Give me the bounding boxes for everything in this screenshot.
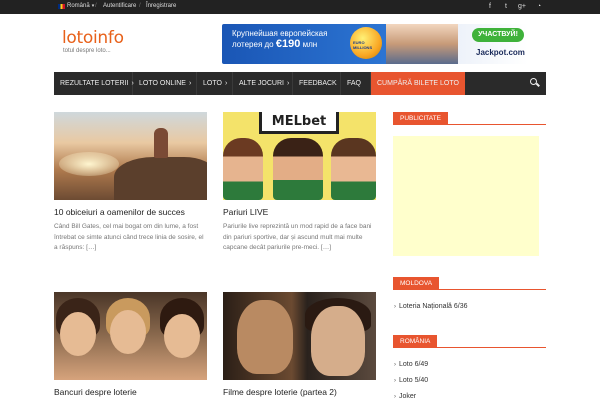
article-title[interactable]: Bancuri despre loterie <box>54 387 137 397</box>
chevron-right-icon: › <box>287 80 290 87</box>
sidebar-publicity-heading: Publicitate <box>393 112 546 125</box>
register-link[interactable]: Înregistrare <box>146 3 176 9</box>
article-title[interactable]: Pariuri LIVE <box>223 207 268 217</box>
heading-label: România <box>393 335 438 348</box>
article-thumbnail[interactable] <box>54 112 207 200</box>
search-icon[interactable] <box>530 78 540 88</box>
heading-label: Publicitate <box>393 112 448 125</box>
nav-label: Cumpără bilete loto <box>377 80 459 87</box>
sidebar-link[interactable]: › Loto 5/40 <box>394 377 428 384</box>
article-excerpt: Când Bill Gates, cel mai bogat om din lu… <box>54 223 204 251</box>
language-selector[interactable]: Română ▾ <box>58 3 94 9</box>
main-nav: Rezultate loterii › Loto Online › Loto › Al… <box>54 72 546 95</box>
link-label: Joker <box>399 393 417 400</box>
article-title[interactable]: Filme despre loterie (partea 2) <box>223 387 337 397</box>
site-logo[interactable]: lotoinfo <box>62 28 124 48</box>
euromillions-ball-icon: EURO MILLIONS <box>350 27 382 59</box>
link-label: Loto 6/49 <box>399 361 429 368</box>
rss-icon[interactable]: ◔ <box>535 2 543 11</box>
sidebar-moldova-heading: Moldova <box>393 277 546 290</box>
chevron-right-icon: › <box>394 304 396 310</box>
nav-label: FAQ <box>347 80 362 87</box>
chevron-right-icon: › <box>394 362 396 368</box>
facebook-icon[interactable]: f <box>486 2 494 11</box>
sidebar-link[interactable]: › Loto 6/49 <box>394 361 428 368</box>
sidebar-romania-heading: România <box>393 335 546 348</box>
melbet-logo: MELbet <box>259 112 339 134</box>
language-label: Română <box>67 3 90 9</box>
google-plus-icon[interactable]: g+ <box>518 2 526 11</box>
site-tagline: totul despre loto... <box>63 48 111 54</box>
banner-unit: млн <box>302 40 318 49</box>
nav-label: Loto <box>203 80 222 87</box>
link-label: Loteria Națională 6/36 <box>399 303 468 310</box>
caret-down-icon: ▾ <box>91 3 95 9</box>
article-excerpt: Pariurile live reprezintă un mod rapid d… <box>223 223 372 251</box>
nav-label: Rezultate loterii <box>60 80 129 87</box>
sidebar-link[interactable]: › Loteria Națională 6/36 <box>394 303 468 310</box>
article-thumbnail[interactable] <box>223 292 376 380</box>
banner-text: Крупнейшая европейская лотерея до €190 м… <box>232 29 352 50</box>
sidebar-ad-box[interactable] <box>393 136 539 256</box>
link-label: Loto 5/40 <box>399 377 429 384</box>
article-thumbnail[interactable]: MELbet <box>223 112 376 200</box>
banner-line2: лотерея до <box>232 40 274 49</box>
twitter-icon[interactable]: t <box>502 2 510 11</box>
nav-item-buy-tickets[interactable]: Cumpără bilete loto <box>371 72 465 95</box>
chevron-right-icon: › <box>394 394 396 400</box>
article-thumbnail[interactable] <box>54 292 207 380</box>
romania-flag-icon <box>58 3 65 9</box>
banner-people-image <box>386 24 458 64</box>
banner-amount: €190 <box>275 38 301 50</box>
separator: / <box>139 3 141 9</box>
nav-item-loto-online[interactable]: Loto Online › <box>133 72 197 95</box>
ball-text: EURO MILLIONS <box>353 40 373 50</box>
sidebar-link[interactable]: › Joker <box>394 393 416 400</box>
nav-item-rezultate-loterii[interactable]: Rezultate loterii › <box>54 72 134 95</box>
nav-item-faq[interactable]: FAQ <box>341 72 371 95</box>
nav-label: Alte jocuri <box>239 80 284 87</box>
nav-item-loto[interactable]: Loto › <box>197 72 233 95</box>
chevron-right-icon: › <box>224 80 228 87</box>
top-bar: Română ▾ / Autentificare / Înregistrare … <box>0 0 600 14</box>
ad-banner[interactable]: Крупнейшая европейская лотерея до €190 м… <box>222 24 528 64</box>
heading-label: Moldova <box>393 277 440 290</box>
chevron-right-icon: › <box>188 80 192 87</box>
nav-label: Loto Online <box>139 80 186 87</box>
chevron-right-icon: › <box>394 378 396 384</box>
article-title[interactable]: 10 obiceiuri a oamenilor de succes <box>54 207 185 217</box>
banner-brand: Jackpot.com <box>476 48 525 57</box>
banner-cta-button[interactable]: УЧАСТВУЙ! <box>472 28 524 42</box>
nav-item-feedback[interactable]: Feedback <box>293 72 341 95</box>
login-link[interactable]: Autentificare <box>103 3 136 9</box>
nav-label: Feedback <box>299 80 337 87</box>
nav-item-alte-jocuri[interactable]: Alte jocuri › <box>233 72 293 95</box>
separator: / <box>95 3 97 9</box>
